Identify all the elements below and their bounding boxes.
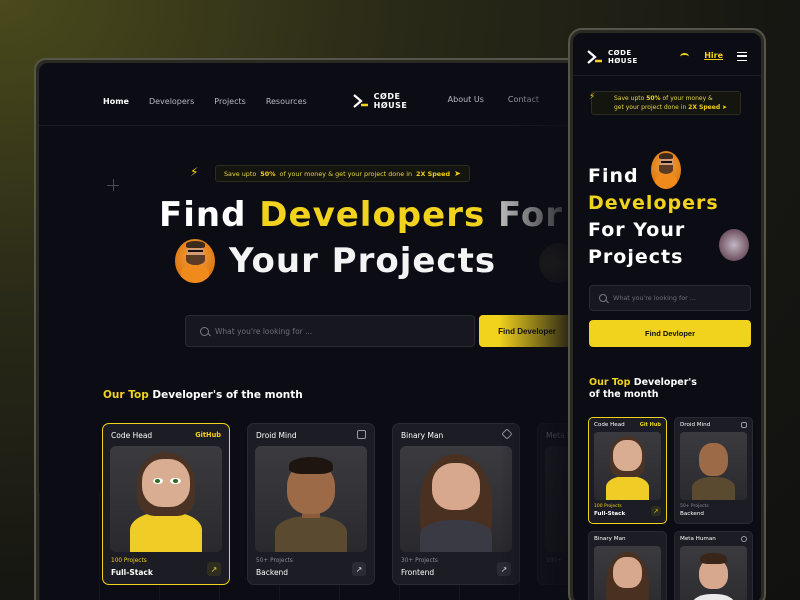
developer-card[interactable]: Binary Man 30+ Projects Frontend ↗ — [392, 423, 520, 585]
hero-avatar — [651, 151, 681, 189]
lightning-icon: ⚡ — [190, 165, 199, 179]
arrow-up-right-icon[interactable]: ↗ — [651, 506, 661, 516]
developer-card[interactable]: Droid Mind 50+ Projects Backend ↗ — [247, 423, 375, 585]
promo-percent: 50% — [260, 169, 276, 178]
card-projects-count: 30+ Projects — [401, 558, 438, 564]
card-name: Droid Mind — [680, 422, 711, 428]
hero-title-line1: Find Developers For — [159, 195, 564, 235]
nav-about-us[interactable]: About Us — [448, 95, 484, 104]
brand-logo[interactable]: CØDE HØUSE — [587, 49, 638, 65]
top-developers-heading: Our Top Developer's of the month — [103, 389, 303, 401]
hire-link[interactable]: Hire — [704, 51, 723, 60]
search-icon — [200, 326, 209, 336]
card-projects-count: 50+ Projects — [680, 504, 709, 509]
cube-icon — [501, 428, 513, 440]
card-projects-count: 50+ Projects — [256, 558, 293, 564]
promo-text-mid: of your money & get your project done in — [279, 169, 413, 178]
developer-card[interactable]: Droid Mind 50+ Projects Backend — [674, 417, 753, 524]
developer-card[interactable]: Binary Man — [588, 531, 667, 600]
card-portrait — [255, 446, 367, 552]
menu-icon[interactable] — [737, 52, 747, 61]
card-name: Code Head — [594, 422, 625, 428]
brand-logo[interactable]: CØDE HØUSE — [352, 92, 408, 110]
card-tag: GitHub — [195, 431, 221, 439]
nav-home[interactable]: Home — [103, 97, 129, 106]
mobile-mockup: CØDE HØUSE Hire ⚡ Save upto 50% of your … — [568, 28, 766, 600]
card-projects-count: 100+ — [546, 558, 562, 564]
hero-avatar — [175, 239, 215, 283]
settings-icon — [741, 536, 747, 542]
developer-card[interactable]: Meta Human — [674, 531, 753, 600]
card-role: Full-Stack — [111, 568, 153, 577]
search-icon — [599, 294, 607, 302]
logo-icon — [587, 50, 602, 64]
card-projects-count: 100 Projects — [594, 504, 622, 509]
promo-text-pre: Save upto — [224, 169, 257, 178]
logo-text-line2: HØUSE — [373, 101, 408, 110]
card-portrait — [594, 546, 661, 600]
desktop-mockup: Home Developers Projects Resources CØDE … — [34, 58, 594, 600]
card-name: Droid Mind — [256, 431, 297, 440]
find-developer-button[interactable]: Find Devloper — [589, 320, 751, 347]
card-name: Code Head — [111, 431, 153, 440]
card-name: Binary Man — [401, 431, 444, 440]
card-portrait — [680, 546, 747, 600]
code-icon — [741, 422, 747, 428]
developer-card[interactable]: Code Head Git Hub 100 Projects Full-Stac… — [588, 417, 667, 524]
nav-resources[interactable]: Resources — [266, 97, 307, 106]
promo-banner: ⚡ Save upto 50% of your money & get your… — [589, 91, 741, 115]
search-placeholder: What you're looking for ... — [613, 294, 696, 302]
card-tag: Git Hub — [639, 422, 661, 428]
promo-banner: ⚡ Save upto 50% of your money & get your… — [190, 165, 470, 182]
desktop-screen: Home Developers Projects Resources CØDE … — [39, 63, 589, 600]
card-portrait — [680, 432, 747, 500]
logo-text-line1: CØDE — [373, 92, 401, 101]
card-role: Frontend — [401, 568, 435, 577]
card-portrait — [400, 446, 512, 552]
plus-decoration — [107, 179, 119, 191]
logo-icon — [352, 94, 368, 108]
lightning-icon: ⚡ — [589, 92, 596, 102]
arrow-up-right-icon[interactable]: ↗ — [352, 562, 366, 576]
code-icon — [357, 430, 366, 439]
card-portrait — [594, 432, 661, 500]
search-placeholder: What you're looking for ... — [215, 326, 313, 336]
send-icon: ➤ — [722, 104, 728, 111]
card-name: Meta Human — [680, 536, 716, 542]
logo-text-line1: CØDE — [608, 49, 632, 57]
nav-divider — [573, 75, 761, 76]
arrow-up-right-icon[interactable]: ↗ — [497, 562, 511, 576]
nav-contact[interactable]: Contact — [508, 95, 539, 104]
robot-avatar — [719, 229, 749, 261]
card-portrait — [110, 446, 222, 552]
search-bar[interactable]: What you're looking for ... — [589, 285, 751, 311]
hire-icon — [680, 53, 689, 60]
card-role: Backend — [256, 568, 289, 577]
hero-title-line2: Your Projects — [229, 241, 497, 281]
developer-card[interactable]: Code Head GitHub 100 Projects Full-Stack… — [102, 423, 230, 585]
card-name: Binary Man — [594, 536, 626, 542]
nav-projects[interactable]: Projects — [214, 97, 246, 106]
promo-speed: 2X Speed — [416, 169, 451, 178]
find-developer-button[interactable]: Find Developer — [479, 315, 575, 347]
logo-text-line2: HØUSE — [608, 57, 638, 65]
arrow-up-right-icon[interactable]: ↗ — [207, 562, 221, 576]
card-role: Full-Stack — [594, 511, 626, 517]
card-role: Backend — [680, 511, 704, 517]
top-nav: Home Developers Projects Resources CØDE … — [103, 91, 549, 111]
mobile-nav: CØDE HØUSE Hire — [587, 49, 747, 65]
nav-developers[interactable]: Developers — [149, 97, 194, 106]
mobile-screen: CØDE HØUSE Hire ⚡ Save upto 50% of your … — [573, 33, 761, 600]
card-projects-count: 100 Projects — [111, 558, 147, 564]
search-bar[interactable]: What you're looking for ... — [185, 315, 475, 347]
send-icon: ➤ — [454, 169, 461, 178]
nav-divider — [39, 125, 589, 126]
top-developers-heading: Our Top Developer's of the month — [589, 377, 697, 400]
